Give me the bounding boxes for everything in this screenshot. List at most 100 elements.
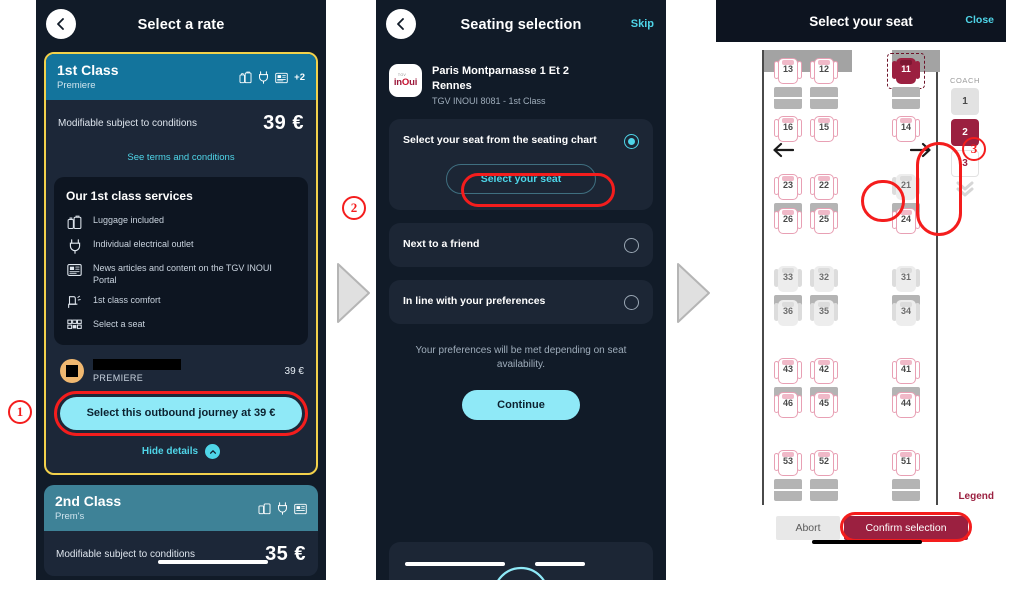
panel-select-rate: Select a rate 1st Class Premiere +2 Modi… <box>36 0 326 580</box>
seat-44[interactable]: 44 <box>892 392 920 418</box>
option-seating-chart[interactable]: Select your seat from the seating chart … <box>389 118 653 210</box>
radio-preferences[interactable] <box>624 294 639 310</box>
radio-seating-chart[interactable] <box>624 133 639 149</box>
back-button[interactable] <box>386 9 416 39</box>
seat-35[interactable]: 35 <box>810 300 838 326</box>
close-button[interactable]: Close <box>965 14 994 26</box>
seat-16[interactable]: 16 <box>774 116 802 142</box>
trip-origin: Paris Montparnasse 1 Et 2 <box>432 65 569 77</box>
continue-button[interactable]: Continue <box>462 389 580 420</box>
seat-number: 36 <box>782 306 793 316</box>
abort-button[interactable]: Abort <box>776 516 840 540</box>
fare-label: Prem's <box>55 511 85 523</box>
service-item: News articles and content on the TGV INO… <box>66 262 296 286</box>
service-label: 1st class comfort <box>93 295 161 306</box>
seat-33[interactable]: 33 <box>774 266 802 292</box>
terms-link[interactable]: See terms and conditions <box>58 152 304 163</box>
seat-15[interactable]: 15 <box>810 116 838 142</box>
seat-number: 26 <box>782 214 793 224</box>
seat-25[interactable]: 25 <box>810 208 838 234</box>
logo-inoui-text: inOui <box>393 76 418 88</box>
back-button[interactable] <box>46 9 76 39</box>
service-label: News articles and content on the TGV INO… <box>93 263 272 286</box>
preferences-note: Your preferences will be met depending o… <box>415 344 627 371</box>
seat-number: 52 <box>818 456 829 466</box>
seat-number: 14 <box>900 122 911 132</box>
seat-13[interactable]: 13 <box>774 58 802 84</box>
double-chevron-down-icon[interactable] <box>948 181 982 202</box>
seat-53[interactable]: 53 <box>774 450 802 476</box>
seat-24[interactable]: 24 <box>892 208 920 234</box>
select-outbound-journey-button[interactable]: Select this outbound journey at 39 € <box>60 397 302 431</box>
seat-table <box>774 479 802 501</box>
second-class-header: 2nd Class Prem's <box>44 485 318 532</box>
first-class-header: 1st Class Premiere +2 <box>46 54 316 100</box>
seat-43[interactable]: 43 <box>774 358 802 384</box>
option-label: In line with your preferences <box>403 294 546 307</box>
cta-wrapper: Select this outbound journey at 39 € <box>54 391 308 437</box>
seat-table <box>774 87 802 109</box>
panel2-header: Seating selection Skip <box>376 0 666 50</box>
skeleton-bar <box>405 562 505 566</box>
seat-number: 11 <box>901 64 911 74</box>
luggage-icon <box>258 503 271 515</box>
option-preferences[interactable]: In line with your preferences <box>389 279 653 324</box>
seat-46[interactable]: 46 <box>774 392 802 418</box>
seat-number: 33 <box>782 272 793 282</box>
seat-21[interactable]: 21 <box>892 174 920 200</box>
service-item: Select a seat <box>66 318 296 332</box>
tgv-inoui-logo: TGV inOui <box>389 64 422 97</box>
cabin-outline: 13 12 11 16 15 14 23 22 21 26 25 24 33 32 31 36 35 34 43 42… <box>762 50 940 505</box>
seat-number: 15 <box>818 122 829 132</box>
panel-seating-selection: Seating selection Skip TGV inOui Paris M… <box>376 0 666 580</box>
step-marker-1: 1 <box>8 400 32 424</box>
legend-link[interactable]: Legend <box>958 491 994 502</box>
coach-option-1[interactable]: 1 <box>951 88 979 115</box>
seat-42[interactable]: 42 <box>810 358 838 384</box>
arrow-right-icon <box>910 142 931 158</box>
seat-map[interactable]: 13 12 11 16 15 14 23 22 21 26 25 24 33 32 31 36 35 34 43 42… <box>716 42 1006 558</box>
seat-32[interactable]: 32 <box>810 266 838 292</box>
seat-12[interactable]: 12 <box>810 58 838 84</box>
seat-11[interactable]: 11 <box>887 53 925 89</box>
seat-table <box>810 479 838 501</box>
seat-14[interactable]: 14 <box>892 116 920 142</box>
avatar <box>60 359 84 384</box>
seat-52[interactable]: 52 <box>810 450 838 476</box>
bottom-partial-card <box>389 542 653 580</box>
hide-details-label: Hide details <box>141 446 199 458</box>
skeleton-bar <box>535 562 585 566</box>
seat-51[interactable]: 51 <box>892 450 920 476</box>
seat-26[interactable]: 26 <box>774 208 802 234</box>
select-your-seat-button[interactable]: Select your seat <box>446 163 596 194</box>
service-label: Luggage included <box>93 215 165 225</box>
traveller-row: PREMIERE 39 € <box>46 345 316 384</box>
radio-next-to-friend[interactable] <box>624 237 639 253</box>
chevron-up-icon <box>205 444 221 460</box>
seat-number: 43 <box>782 364 793 374</box>
flow-arrow-2-to-3 <box>677 263 710 323</box>
rate-card-first-class[interactable]: 1st Class Premiere +2 Modifiable subject… <box>44 52 318 476</box>
seat-31[interactable]: 31 <box>892 266 920 292</box>
seat-22[interactable]: 22 <box>810 174 838 200</box>
seat-34[interactable]: 34 <box>892 300 920 326</box>
comfort-seat-icon <box>66 294 83 310</box>
traveller-fare: PREMIERE <box>93 373 144 384</box>
option-next-to-friend[interactable]: Next to a friend <box>389 222 653 267</box>
seat-23[interactable]: 23 <box>774 174 802 200</box>
confirm-selection-button[interactable]: Confirm selection <box>844 516 968 540</box>
hide-details-toggle[interactable]: Hide details <box>46 444 316 473</box>
first-class-body: Modifiable subject to conditions 39 € Se… <box>46 100 316 163</box>
second-class-body: Modifiable subject to conditions 35 € <box>44 531 318 576</box>
page-title: Seating selection <box>460 17 582 33</box>
seat-number: 21 <box>900 180 911 190</box>
seat-45[interactable]: 45 <box>810 392 838 418</box>
seat-36[interactable]: 36 <box>774 300 802 326</box>
option-label: Next to a friend <box>403 237 480 250</box>
class-label: 1st Class <box>57 62 119 78</box>
seat-41[interactable]: 41 <box>892 358 920 384</box>
panel1-header: Select a rate <box>36 0 326 50</box>
amenity-icons: +2 <box>239 62 305 84</box>
amenity-icons <box>258 493 307 515</box>
skip-link[interactable]: Skip <box>631 18 654 30</box>
